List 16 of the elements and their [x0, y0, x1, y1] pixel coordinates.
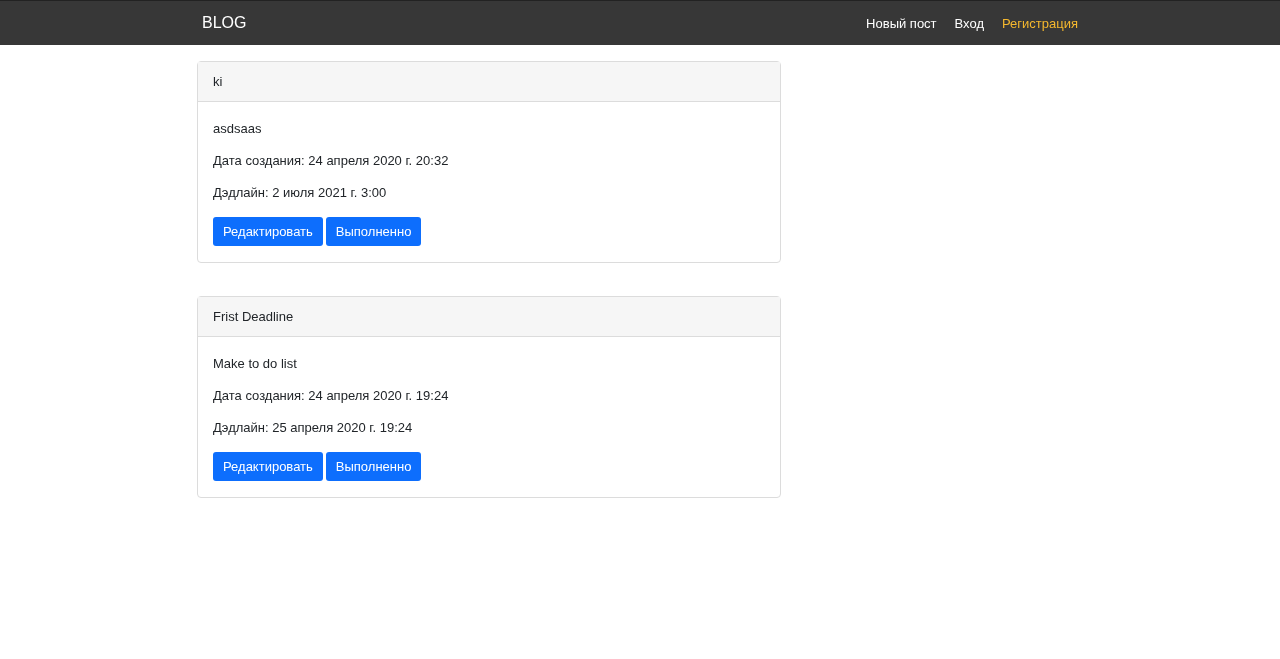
- nav-link[interactable]: Регистрация: [1002, 15, 1078, 31]
- post-text: Make to do list: [213, 356, 298, 371]
- done-button[interactable]: Выполненно: [325, 217, 422, 246]
- nav-link[interactable]: Новый пост: [866, 15, 937, 31]
- post-title: ki: [213, 74, 223, 89]
- post-title: Frist Deadline: [213, 309, 294, 324]
- deadline-date: Дэдлайн: 25 апреля 2020 г. 19:24: [213, 420, 414, 435]
- edit-button[interactable]: Редактировать: [213, 217, 323, 246]
- created-date: Дата создания: 24 апреля 2020 г. 20:32: [213, 153, 450, 168]
- done-button[interactable]: Выполненно: [325, 452, 422, 481]
- edit-button[interactable]: Редактировать: [213, 452, 323, 481]
- brand-link[interactable]: BLOG: [202, 14, 247, 32]
- created-date: Дата создания: 24 апреля 2020 г. 19:24: [213, 388, 450, 403]
- nav-link[interactable]: Вход: [954, 15, 984, 31]
- post-text: asdsaas: [213, 121, 263, 136]
- deadline-date: Дэдлайн: 2 июля 2021 г. 3:00: [213, 185, 388, 200]
